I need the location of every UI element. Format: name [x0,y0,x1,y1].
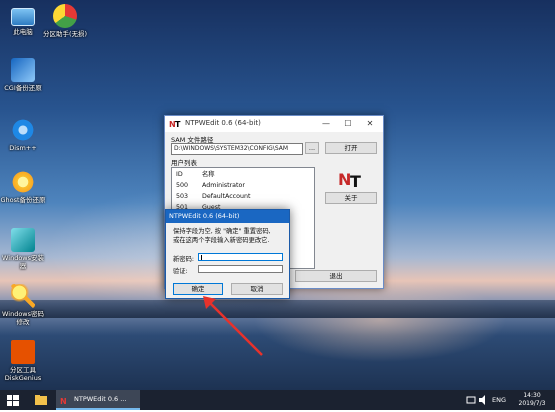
confirm-password-label: 验证: [173,268,188,275]
minimize-button[interactable]: — [315,118,337,130]
taskbar: NTPWEdit 0.6 ... N ENG 14:30 2019/7/3 [0,390,555,410]
about-button[interactable]: 关于 [325,192,377,204]
desktop-icon-label: 分区工具DiskGenius [4,366,42,382]
key-icon [11,284,35,308]
desktop-icon-label: Windows安装器 [1,254,44,270]
browse-button[interactable]: ... [305,142,319,154]
ntpwedit-taskbar-icon: N [60,397,67,406]
new-password-field[interactable] [198,253,283,261]
desktop-icon-label: Dism++ [9,144,37,152]
dialog-titlebar[interactable]: NTPWEdit 0.6 (64-bit) [166,210,289,223]
column-header-id[interactable]: ID [176,170,183,179]
clock-time: 14:30 [523,392,541,399]
desktop-icon-ghost[interactable]: Ghost备份还原 [0,170,46,204]
list-item[interactable]: 503 DefaultAccount [172,192,312,201]
partition-assistant-icon [53,4,77,28]
gear-icon [11,118,35,142]
user-id: 503 [176,193,189,200]
ntpwedit-logo: N T [338,170,361,190]
clock-date: 2019/7/3 [518,400,546,407]
language-indicator[interactable]: ENG [492,390,506,410]
list-item[interactable]: 500 Administrator [172,181,312,190]
dialog-message-line: 保持字段为空, 按 "确定" 重置密码, [173,228,271,235]
column-header-name[interactable]: 名称 [202,170,215,179]
ok-button[interactable]: 确定 [173,283,223,295]
close-button[interactable]: ✕ [359,118,381,130]
user-id: 500 [176,182,189,189]
computer-icon [11,8,35,26]
desktop-icon-cgi[interactable]: CGI备份还原 [0,58,46,92]
ntpwedit-app-icon: N T [169,120,181,129]
svg-text:N: N [60,397,67,406]
dialog-message-line: 或在这两个字段输入新密码更改它. [173,237,270,244]
dialog-message: 保持字段为空, 按 "确定" 重置密码, 或在这两个字段输入新密码更改它. [173,227,271,245]
window-titlebar[interactable]: N T NTPWEdit 0.6 (64-bit) — ☐ ✕ [165,116,383,132]
user-name: Administrator [202,182,245,189]
file-explorer-icon[interactable] [34,390,48,410]
desktop-icon-partition-assistant[interactable]: 分区助手(无损) [42,4,88,38]
desktop-icon-label: CGI备份还原 [4,84,42,92]
desktop-icon-label: Ghost备份还原 [0,196,46,204]
desktop-icon-windows-password[interactable]: Windows密码修改 [0,284,46,326]
maximize-button[interactable]: ☐ [337,118,359,130]
diskgenius-icon [11,340,35,364]
user-list-label: 用户列表 [171,159,197,167]
cancel-button[interactable]: 取消 [231,283,283,295]
windows-start-icon[interactable] [6,390,20,410]
taskbar-task-label: NTPWEdit 0.6 ... [74,395,127,403]
desktop-icon-label: Windows密码修改 [1,310,44,326]
user-name: DefaultAccount [202,193,251,200]
new-password-label: 新密码: [173,256,195,263]
desktop-icon-this-pc[interactable]: 此电脑 [0,4,46,36]
exit-button[interactable]: 退出 [295,270,377,282]
text-caret [201,255,202,260]
confirm-password-field[interactable] [198,265,283,273]
wallpaper-horizon [0,300,555,318]
sam-path-input[interactable]: D:\WINDOWS\SYSTEM32\CONFIG\SAM [171,143,303,155]
svg-text:T: T [350,172,361,190]
desktop-icon-diskgenius[interactable]: 分区工具DiskGenius [0,340,46,382]
ghost-icon [11,170,35,194]
desktop-icon-windows-installer[interactable]: Windows安装器 [0,228,46,270]
window-title: NTPWEdit 0.6 (64-bit) [185,119,261,127]
svg-text:T: T [175,120,181,129]
desktop-icon-label: 此电脑 [13,28,33,36]
open-button[interactable]: 打开 [325,142,377,154]
cgi-backup-icon [11,58,35,82]
network-icon[interactable] [466,390,476,410]
user-list-header: ID 名称 [172,170,312,179]
desktop-icon-dism[interactable]: Dism++ [0,118,46,152]
windows-installer-icon [11,228,35,252]
clock[interactable]: 14:30 2019/7/3 [512,390,552,412]
volume-icon[interactable] [478,390,488,410]
desktop-icon-label: 分区助手(无损) [42,30,88,38]
change-password-dialog: NTPWEdit 0.6 (64-bit) 保持字段为空, 按 "确定" 重置密… [165,209,290,299]
